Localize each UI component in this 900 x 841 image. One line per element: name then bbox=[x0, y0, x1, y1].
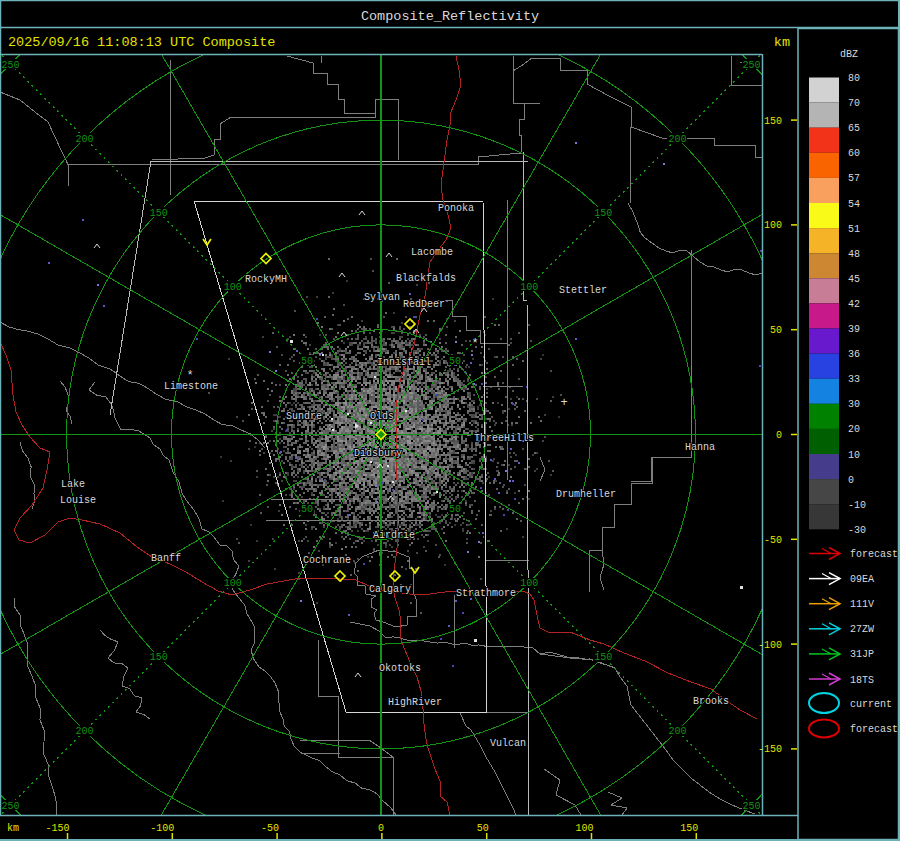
svg-text:100: 100 bbox=[764, 220, 782, 231]
svg-text:Okotoks: Okotoks bbox=[379, 663, 421, 674]
svg-text:50: 50 bbox=[449, 504, 461, 515]
svg-text:10: 10 bbox=[848, 450, 860, 461]
svg-text:Innisfail: Innisfail bbox=[377, 357, 431, 368]
svg-text:150: 150 bbox=[594, 208, 612, 219]
svg-text:Composite_Reflectivity: Composite_Reflectivity bbox=[361, 9, 539, 24]
svg-text:100: 100 bbox=[520, 578, 538, 589]
svg-text:70: 70 bbox=[848, 98, 860, 109]
svg-text:km: km bbox=[7, 823, 19, 834]
svg-text:Vulcan: Vulcan bbox=[490, 738, 526, 749]
svg-text:Louise: Louise bbox=[60, 495, 96, 506]
svg-text:60: 60 bbox=[848, 148, 860, 159]
svg-text:Blackfalds: Blackfalds bbox=[396, 273, 456, 284]
svg-text:30: 30 bbox=[848, 399, 860, 410]
svg-text:42: 42 bbox=[848, 299, 860, 310]
svg-text:100: 100 bbox=[224, 578, 242, 589]
svg-text:57: 57 bbox=[848, 173, 860, 184]
svg-text:50: 50 bbox=[449, 356, 461, 367]
svg-text:2025/09/16 11:08:13 UTC Compos: 2025/09/16 11:08:13 UTC Composite bbox=[8, 35, 275, 50]
svg-text:Sundre: Sundre bbox=[286, 411, 322, 422]
svg-text:18TS: 18TS bbox=[850, 675, 874, 686]
svg-text:65: 65 bbox=[848, 123, 860, 134]
svg-text:50: 50 bbox=[477, 823, 489, 834]
svg-text:50: 50 bbox=[301, 504, 313, 515]
svg-text:-100: -100 bbox=[150, 823, 174, 834]
svg-text:Lacombe: Lacombe bbox=[411, 247, 453, 258]
svg-text:100: 100 bbox=[224, 282, 242, 293]
svg-text:150: 150 bbox=[150, 652, 168, 663]
svg-text:20: 20 bbox=[848, 424, 860, 435]
svg-text:150: 150 bbox=[150, 208, 168, 219]
svg-text:Banff: Banff bbox=[151, 553, 181, 564]
svg-text:Brooks: Brooks bbox=[693, 696, 729, 707]
svg-text:-50: -50 bbox=[261, 823, 279, 834]
svg-text:Ponoka: Ponoka bbox=[438, 203, 474, 214]
svg-text:0: 0 bbox=[378, 823, 384, 834]
svg-text:09EA: 09EA bbox=[850, 574, 874, 585]
svg-text:Olds: Olds bbox=[370, 411, 394, 422]
svg-text:-30: -30 bbox=[848, 525, 866, 536]
svg-text:Hanna: Hanna bbox=[685, 442, 715, 453]
svg-text:+: + bbox=[560, 396, 567, 410]
svg-text:Lake: Lake bbox=[61, 479, 85, 490]
svg-text:45: 45 bbox=[848, 274, 860, 285]
svg-text:km: km bbox=[774, 35, 790, 50]
svg-text:31JP: 31JP bbox=[850, 649, 874, 660]
svg-text:-150: -150 bbox=[758, 744, 782, 755]
svg-text:*: * bbox=[186, 369, 193, 383]
svg-text:200: 200 bbox=[76, 726, 94, 737]
svg-text:250: 250 bbox=[1, 60, 19, 71]
svg-text:-10: -10 bbox=[848, 500, 866, 511]
svg-text:54: 54 bbox=[848, 199, 860, 210]
svg-text:current: current bbox=[850, 699, 892, 710]
svg-text:48: 48 bbox=[848, 249, 860, 260]
svg-text:100: 100 bbox=[520, 282, 538, 293]
svg-text:150: 150 bbox=[594, 652, 612, 663]
svg-text:111V: 111V bbox=[850, 599, 874, 610]
svg-text:ThreeHills: ThreeHills bbox=[474, 433, 534, 444]
svg-text:Calgary: Calgary bbox=[369, 584, 411, 595]
svg-text:250: 250 bbox=[742, 801, 760, 812]
svg-text:RockyMH: RockyMH bbox=[245, 274, 287, 285]
svg-text:Didsbury: Didsbury bbox=[354, 448, 402, 459]
svg-text:50: 50 bbox=[770, 325, 782, 336]
svg-text:Sylvan: Sylvan bbox=[364, 292, 400, 303]
svg-text:HighRiver: HighRiver bbox=[388, 697, 442, 708]
svg-text:Cochrane: Cochrane bbox=[303, 555, 351, 566]
svg-text:27ZW: 27ZW bbox=[850, 624, 874, 635]
svg-text:*: * bbox=[471, 337, 478, 351]
svg-text:250: 250 bbox=[1, 801, 19, 812]
svg-text:50: 50 bbox=[301, 356, 313, 367]
svg-text:Drumheller: Drumheller bbox=[556, 489, 616, 500]
svg-text:39: 39 bbox=[848, 324, 860, 335]
svg-text:dBZ: dBZ bbox=[840, 49, 858, 60]
svg-text:-100: -100 bbox=[758, 640, 782, 651]
svg-text:Stettler: Stettler bbox=[559, 285, 607, 296]
svg-text:100: 100 bbox=[575, 823, 593, 834]
svg-text:Airdrie: Airdrie bbox=[373, 530, 415, 541]
svg-text:33: 33 bbox=[848, 374, 860, 385]
svg-text:80: 80 bbox=[848, 73, 860, 84]
svg-text:-50: -50 bbox=[764, 535, 782, 546]
svg-text:200: 200 bbox=[668, 726, 686, 737]
svg-text:forecast: forecast bbox=[850, 724, 898, 735]
svg-text:forecast: forecast bbox=[850, 549, 898, 560]
svg-text:150: 150 bbox=[680, 823, 698, 834]
svg-text:250: 250 bbox=[742, 60, 760, 71]
svg-text:-150: -150 bbox=[45, 823, 69, 834]
svg-text:36: 36 bbox=[848, 349, 860, 360]
svg-text:0: 0 bbox=[848, 475, 854, 486]
svg-text:51: 51 bbox=[848, 224, 860, 235]
svg-text:Strathmore: Strathmore bbox=[456, 588, 516, 599]
svg-text:200: 200 bbox=[76, 134, 94, 145]
svg-text:200: 200 bbox=[668, 134, 686, 145]
svg-text:150: 150 bbox=[764, 116, 782, 127]
svg-text:0: 0 bbox=[776, 430, 782, 441]
